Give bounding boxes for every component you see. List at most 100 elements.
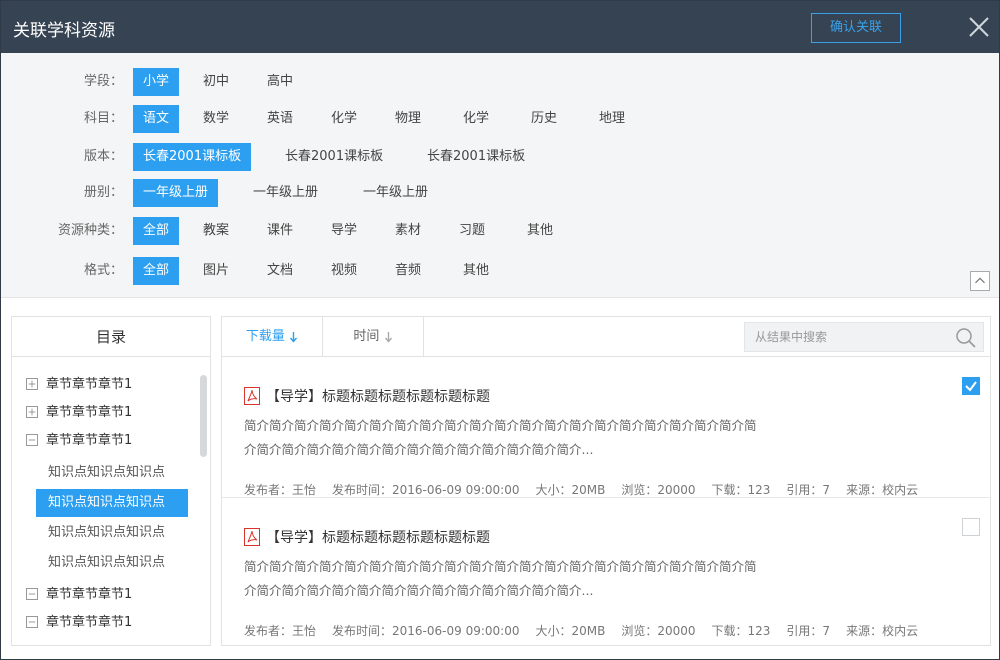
relate-resources-dialog: 关联学科资源 确认关联 学段： 小学 初中 高中 科目： 语文 数学 英语 化学… <box>0 0 1000 660</box>
subject-option[interactable]: 数学 <box>193 105 239 133</box>
result-meta: 发布者：王怡 发布时间：2016-06-09 09:00:00 大小：20MB 浏览：… <box>244 622 934 639</box>
result-title[interactable]: 【导学】标题标题标题标题标题标题 <box>266 386 490 406</box>
chapter-label: 章节章节章节1 <box>46 615 133 630</box>
result-source: 来源：校内云 <box>846 483 919 497</box>
edition-option[interactable]: 长春2001课标板 <box>133 143 252 171</box>
filter-row-stage: 学段： 小学 初中 高中 <box>1 68 999 96</box>
format-option[interactable]: 视频 <box>321 257 367 285</box>
result-checkbox-unchecked[interactable] <box>962 518 980 536</box>
stage-option-primary[interactable]: 小学 <box>133 68 180 96</box>
format-option[interactable]: 音频 <box>385 257 431 285</box>
subject-option[interactable]: 语文 <box>133 105 180 133</box>
volume-option[interactable]: 一年级上册 <box>243 179 328 207</box>
result-time: 发布时间：2016-06-09 09:00:00 <box>332 483 520 497</box>
subject-option[interactable]: 化学 <box>453 105 499 133</box>
result-meta: 发布者：王怡 发布时间：2016-06-09 09:00:00 大小：20MB 浏览：… <box>244 481 934 498</box>
result-source: 来源：校内云 <box>846 624 919 638</box>
result-size: 大小：20MB <box>535 624 606 638</box>
results-panel: 下载量 时间 【导学】标题标题标题标题标题标题 <box>221 316 991 646</box>
chapter-item[interactable]: 章节章节章节1 <box>12 581 198 609</box>
confirm-relate-button[interactable]: 确认关联 <box>811 13 901 43</box>
sort-downloads-label: 下载量 <box>245 329 285 344</box>
resource-type-option[interactable]: 其他 <box>517 217 563 245</box>
chapter-label: 章节章节章节1 <box>46 433 133 448</box>
chapter-label: 章节章节章节1 <box>46 377 133 392</box>
resource-type-option[interactable]: 素材 <box>385 217 431 245</box>
filter-label-edition: 版本： <box>83 149 123 164</box>
sort-by-downloads[interactable]: 下载量 <box>222 317 322 356</box>
volume-option[interactable]: 一年级上册 <box>353 179 438 207</box>
edition-option[interactable]: 长春2001课标板 <box>275 143 393 171</box>
filter-row-resource-type: 资源种类： 全部 教案 课件 导学 素材 习题 其他 <box>1 217 999 245</box>
resource-type-option[interactable]: 习题 <box>449 217 495 245</box>
catalog-title: 目录 <box>12 317 210 357</box>
pdf-icon <box>244 387 260 405</box>
knowledge-point-item-selected[interactable]: 知识点知识点知识点 <box>36 489 188 517</box>
sort-divider <box>423 317 424 356</box>
search-icon[interactable] <box>955 327 977 349</box>
result-cites: 引用：7 <box>786 624 831 638</box>
format-option[interactable]: 文档 <box>257 257 303 285</box>
chapter-item-expanded[interactable]: 章节章节章节1 <box>12 427 198 455</box>
catalog-scrollbar[interactable] <box>200 375 207 457</box>
filter-label-stage: 学段： <box>83 74 123 89</box>
dialog-title: 关联学科资源 <box>13 21 115 41</box>
filter-row-format: 格式： 全部 图片 文档 视频 音频 其他 <box>1 257 999 285</box>
stage-option-senior[interactable]: 高中 <box>257 68 303 96</box>
sort-time-label: 时间 <box>353 329 380 344</box>
filter-panel: 学段： 小学 初中 高中 科目： 语文 数学 英语 化学 物理 化学 历史 地理… <box>1 53 999 298</box>
result-publisher: 发布者：王怡 <box>244 483 317 497</box>
subject-option[interactable]: 英语 <box>257 105 303 133</box>
result-publisher: 发布者：王怡 <box>244 624 317 638</box>
subject-option[interactable]: 物理 <box>385 105 431 133</box>
result-description: 简介简介简介简介简介简介简介简介简介简介简介简介简介简介简介简介简介简介简介简介… <box>244 418 757 457</box>
result-checkbox-checked[interactable] <box>962 377 980 395</box>
edition-option[interactable]: 长春2001课标板 <box>417 143 535 171</box>
result-search <box>744 322 984 352</box>
knowledge-point-item[interactable]: 知识点知识点知识点 <box>36 459 188 487</box>
chapter-item[interactable]: 章节章节章节1 <box>12 371 198 399</box>
subject-option[interactable]: 地理 <box>589 105 635 133</box>
chapter-item[interactable]: 章节章节章节1 <box>12 609 198 637</box>
format-option[interactable]: 全部 <box>133 257 180 285</box>
result-search-input[interactable] <box>745 323 945 351</box>
result-time: 发布时间：2016-06-09 09:00:00 <box>332 624 520 638</box>
filter-row-subject: 科目： 语文 数学 英语 化学 物理 化学 历史 地理 <box>1 105 999 133</box>
resource-type-option[interactable]: 课件 <box>257 217 303 245</box>
stage-option-junior[interactable]: 初中 <box>193 68 239 96</box>
expand-icon[interactable] <box>26 377 38 390</box>
result-downloads: 下载：123 <box>711 483 771 497</box>
subject-option[interactable]: 历史 <box>521 105 567 133</box>
result-item: 【导学】标题标题标题标题标题标题 简介简介简介简介简介简介简介简介简介简介简介简… <box>222 499 990 639</box>
dialog-titlebar: 关联学科资源 确认关联 <box>1 1 999 53</box>
resource-type-option[interactable]: 导学 <box>321 217 367 245</box>
sort-by-time[interactable]: 时间 <box>323 317 423 356</box>
result-title[interactable]: 【导学】标题标题标题标题标题标题 <box>266 527 490 547</box>
result-item: 【导学】标题标题标题标题标题标题 简介简介简介简介简介简介简介简介简介简介简介简… <box>222 358 990 498</box>
filter-label-format: 格式： <box>83 263 123 278</box>
knowledge-point-item[interactable]: 知识点知识点知识点 <box>36 519 188 547</box>
resource-type-option[interactable]: 教案 <box>193 217 239 245</box>
close-icon[interactable] <box>965 13 993 41</box>
result-size: 大小：20MB <box>535 483 606 497</box>
filter-row-volume: 册别： 一年级上册 一年级上册 一年级上册 <box>1 179 999 207</box>
result-views: 浏览：20000 <box>621 483 696 497</box>
result-description: 简介简介简介简介简介简介简介简介简介简介简介简介简介简介简介简介简介简介简介简介… <box>244 559 757 598</box>
format-option[interactable]: 图片 <box>193 257 239 285</box>
format-option[interactable]: 其他 <box>453 257 499 285</box>
chapter-item[interactable]: 章节章节章节1 <box>12 399 198 427</box>
result-views: 浏览：20000 <box>621 624 696 638</box>
pdf-icon <box>244 528 260 546</box>
filter-label-subject: 科目： <box>83 111 123 126</box>
filter-label-resource-type: 资源种类： <box>57 223 123 238</box>
expand-icon[interactable] <box>26 405 38 418</box>
knowledge-point-item[interactable]: 知识点知识点知识点 <box>36 549 188 577</box>
volume-option[interactable]: 一年级上册 <box>133 179 219 207</box>
arrow-down-icon <box>384 331 392 343</box>
collapse-icon[interactable] <box>26 615 38 628</box>
resource-type-option[interactable]: 全部 <box>133 217 180 245</box>
collapse-filters-icon[interactable] <box>970 271 990 291</box>
collapse-icon[interactable] <box>26 433 38 446</box>
collapse-icon[interactable] <box>26 587 38 600</box>
subject-option[interactable]: 化学 <box>321 105 367 133</box>
